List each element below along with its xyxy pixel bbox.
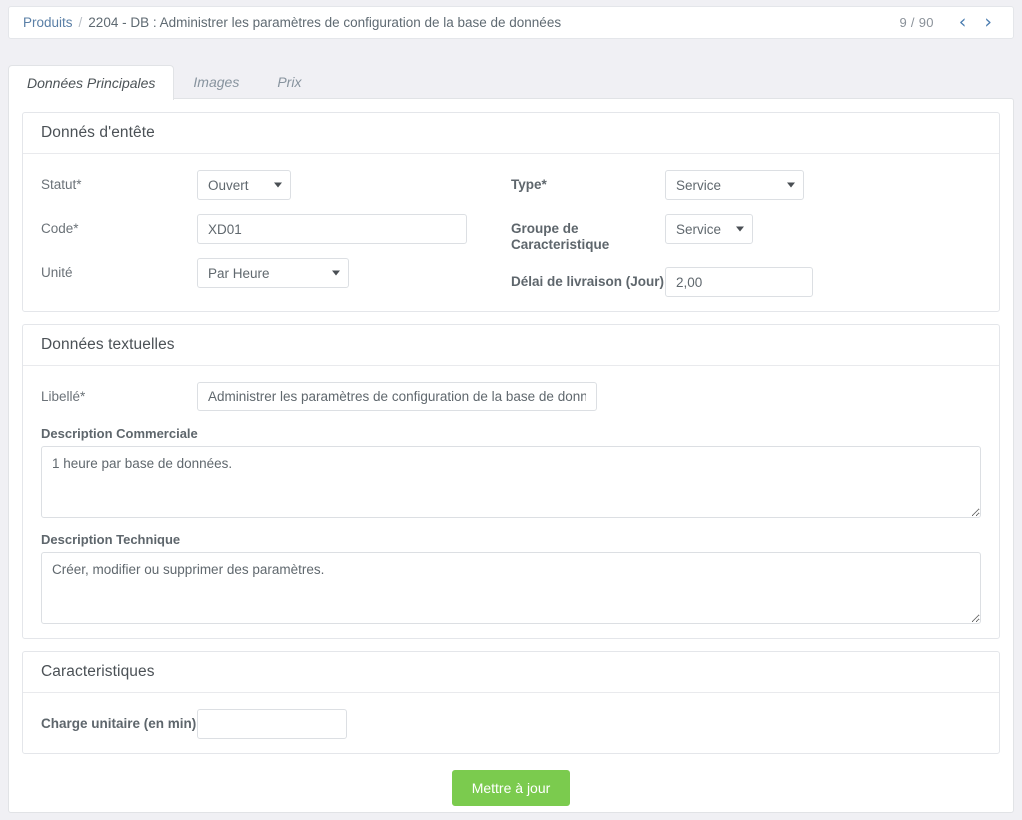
- panel-header-data-title: Donnés d'entête: [23, 113, 999, 154]
- select-type-value: Service: [676, 177, 722, 193]
- label-unite: Unité: [41, 265, 73, 280]
- field-delai-livraison: Délai de livraison (Jour): [511, 267, 981, 297]
- panel-characteristics-title: Caracteristiques: [23, 652, 999, 693]
- chevron-left-icon[interactable]: ‹: [950, 13, 976, 32]
- label-statut: Statut*: [41, 177, 82, 192]
- select-statut[interactable]: Ouvert: [197, 170, 291, 200]
- field-description-technique: Description Technique Créer, modifier ou…: [41, 532, 981, 624]
- record-pager: 9 / 90 ‹ ›: [899, 13, 1001, 32]
- tab-donnees-principales[interactable]: Données Principales: [8, 65, 175, 100]
- field-code: Code*: [41, 214, 511, 244]
- chevron-down-icon: [332, 270, 340, 276]
- select-unite[interactable]: Par Heure: [197, 258, 349, 288]
- label-delai-livraison: Délai de livraison (Jour): [511, 274, 665, 289]
- field-description-commerciale: Description Commerciale 1 heure par base…: [41, 426, 981, 518]
- panel-characteristics-body: Charge unitaire (en min): [23, 693, 999, 753]
- panel-text-data-body: Libellé* Description Commerciale 1 heure…: [23, 366, 999, 638]
- pager-count: 9 / 90: [899, 15, 934, 30]
- field-charge-unitaire: Charge unitaire (en min): [41, 709, 981, 739]
- tab-content-donnees-principales: Donnés d'entête Statut* Ouvert Code* XD0…: [8, 98, 1014, 813]
- breadcrumb-bar: Produits / 2204 - DB : Administrer les p…: [8, 6, 1014, 39]
- field-groupe-caracteristique: Groupe de Caracteristique Service: [511, 214, 981, 253]
- breadcrumb: Produits / 2204 - DB : Administrer les p…: [23, 15, 561, 30]
- input-libelle[interactable]: [197, 382, 597, 411]
- header-data-left-column: Statut* Ouvert Code* Unité Par Heur: [41, 170, 511, 297]
- chevron-down-icon: [274, 182, 282, 188]
- select-groupe-value: Service: [676, 221, 722, 237]
- field-type: Type* Service: [511, 170, 981, 200]
- label-code: Code*: [41, 221, 79, 236]
- tab-images[interactable]: Images: [174, 64, 258, 99]
- label-description-commerciale: Description Commerciale: [41, 426, 198, 441]
- panel-header-data-body: Statut* Ouvert Code* Unité Par Heur: [23, 154, 999, 311]
- field-libelle: Libellé*: [41, 382, 981, 412]
- chevron-down-icon: [736, 226, 744, 232]
- chevron-right-icon[interactable]: ›: [975, 13, 1001, 32]
- input-code[interactable]: [197, 214, 467, 244]
- header-data-grid: Statut* Ouvert Code* Unité Par Heur: [41, 170, 981, 297]
- breadcrumb-current-item: 2204 - DB : Administrer les paramètres d…: [88, 15, 562, 30]
- label-groupe-caracteristique: Groupe de Caracteristique: [511, 221, 610, 252]
- tab-prix[interactable]: Prix: [258, 64, 320, 99]
- breadcrumb-link-produits[interactable]: Produits: [23, 15, 73, 30]
- input-charge-unitaire[interactable]: [197, 709, 347, 739]
- field-statut: Statut* Ouvert: [41, 170, 511, 200]
- breadcrumb-separator: /: [78, 15, 83, 30]
- chevron-down-icon: [787, 182, 795, 188]
- header-data-right-column: Type* Service Groupe de Caracteristique …: [511, 170, 981, 297]
- select-statut-value: Ouvert: [208, 177, 249, 193]
- panel-characteristics: Caracteristiques Charge unitaire (en min…: [22, 651, 1000, 754]
- select-groupe-caracteristique[interactable]: Service: [665, 214, 753, 244]
- textarea-description-commerciale[interactable]: 1 heure par base de données.: [41, 446, 981, 518]
- panel-header-data: Donnés d'entête Statut* Ouvert Code* XD0…: [22, 112, 1000, 312]
- tab-bar: Données Principales Images Prix: [8, 64, 1014, 100]
- select-type[interactable]: Service: [665, 170, 804, 200]
- panel-text-data-title: Données textuelles: [23, 325, 999, 366]
- input-delai-livraison[interactable]: [665, 267, 813, 297]
- field-unite: Unité Par Heure: [41, 258, 511, 288]
- panel-text-data: Données textuelles Libellé* Description …: [22, 324, 1000, 639]
- select-unite-value: Par Heure: [208, 265, 270, 281]
- form-footer: Mettre à jour: [22, 766, 1000, 806]
- label-type: Type*: [511, 177, 547, 192]
- label-libelle: Libellé*: [41, 389, 86, 404]
- label-charge-unitaire: Charge unitaire (en min): [41, 716, 197, 731]
- update-button[interactable]: Mettre à jour: [451, 770, 571, 806]
- label-description-technique: Description Technique: [41, 532, 181, 547]
- textarea-description-technique[interactable]: Créer, modifier ou supprimer des paramèt…: [41, 552, 981, 624]
